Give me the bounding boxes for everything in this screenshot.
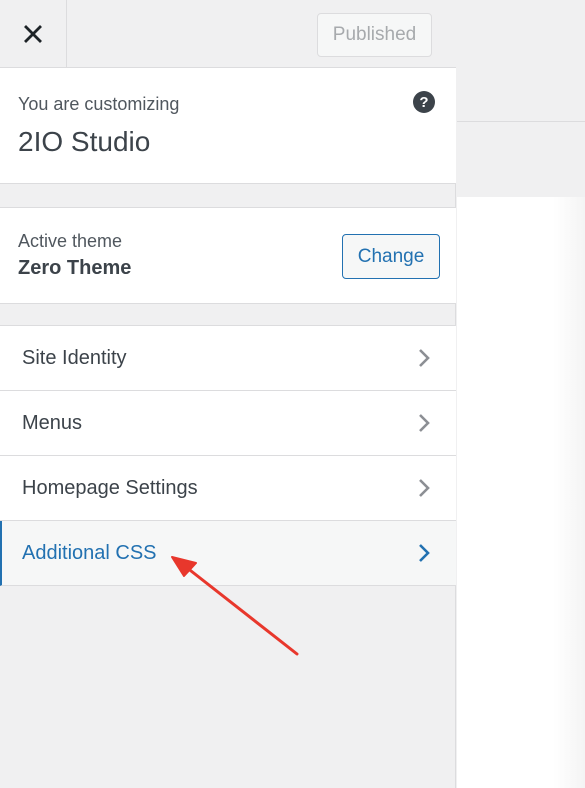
section-site-identity[interactable]: Site Identity	[0, 326, 456, 391]
section-label: Site Identity	[22, 347, 127, 369]
published-button[interactable]: Published	[317, 13, 432, 57]
chevron-right-icon	[419, 349, 430, 367]
site-preview	[457, 0, 585, 788]
section-label: Homepage Settings	[22, 477, 198, 499]
active-theme-name: Zero Theme	[18, 257, 132, 279]
close-icon	[24, 24, 42, 43]
customizing-label: You are customizing	[18, 94, 180, 114]
section-label: Additional CSS	[22, 542, 157, 564]
change-theme-button[interactable]: Change	[342, 234, 440, 279]
active-theme-label: Active theme	[18, 231, 123, 251]
section-additional-css[interactable]: Additional CSS	[0, 521, 456, 586]
section-menus[interactable]: Menus	[0, 391, 456, 456]
customizer-header: Published	[0, 0, 456, 68]
customize-info-panel: You are customizing 2IO Studio ?	[0, 68, 456, 184]
section-label: Menus	[22, 412, 83, 434]
preview-header	[457, 0, 585, 122]
preview-page	[457, 197, 585, 788]
close-button[interactable]	[0, 0, 67, 67]
customizer-sidebar: Published You are customizing 2IO Studio…	[0, 0, 456, 788]
section-homepage-settings[interactable]: Homepage Settings	[0, 456, 456, 521]
chevron-right-icon	[419, 479, 430, 497]
chevron-right-icon	[419, 414, 430, 432]
help-icon[interactable]: ?	[413, 91, 435, 113]
active-theme-panel: Active theme Zero Theme Change	[0, 207, 456, 304]
chevron-right-icon	[419, 544, 430, 562]
site-title: 2IO Studio	[18, 126, 151, 157]
customizer-sections: Site Identity Menus Homepage Settings Ad…	[0, 325, 456, 586]
